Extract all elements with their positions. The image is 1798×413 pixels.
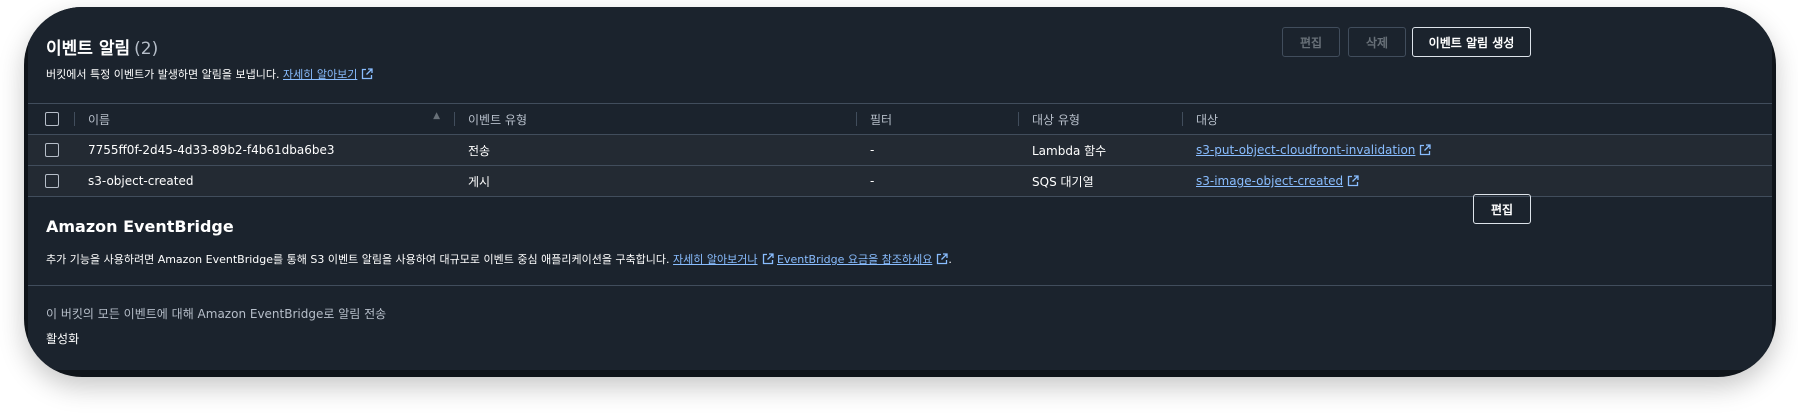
description-text: 버킷에서 특정 이벤트가 발생하면 알림을 보냅니다. — [46, 68, 280, 81]
table-row[interactable]: s3-object-created 게시 - SQS 대기열 s3-image-… — [28, 165, 1772, 197]
row-select-cell — [28, 165, 74, 197]
edit-eventbridge-button[interactable]: 편집 — [1473, 194, 1531, 224]
row-select-cell — [28, 134, 74, 166]
row-checkbox[interactable] — [45, 143, 59, 158]
eventbridge-learn-more-label: 자세히 알아보거나 — [673, 253, 758, 266]
notification-filter: - — [856, 134, 1018, 166]
create-notification-button[interactable]: 이벤트 알림 생성 — [1412, 27, 1531, 57]
eventbridge-title: Amazon EventBridge — [46, 217, 234, 236]
external-link-icon — [762, 253, 774, 265]
notification-name: s3-object-created — [74, 165, 454, 197]
column-header-event-type: 이벤트 유형 — [454, 103, 856, 135]
notification-name: 7755ff0f-2d45-4d33-89b2-f4b61dba6be3 — [74, 134, 454, 166]
notification-event-type: 게시 — [454, 165, 856, 197]
section-description: 버킷에서 특정 이벤트가 발생하면 알림을 보냅니다. 자세히 알아보기 — [46, 66, 373, 82]
eventbridge-pricing-label: EventBridge 요금을 참조하세요 — [777, 253, 933, 266]
external-link-icon — [937, 253, 948, 265]
destination-link[interactable]: s3-put-object-cloudfront-invalidation — [1196, 143, 1432, 157]
edit-notification-button[interactable]: 편집 — [1282, 27, 1340, 57]
table-header-row: 이름 ▲ 이벤트 유형 필터 대상 유형 대상 — [28, 103, 1772, 135]
section-title: 이벤트 알림 (2) — [46, 34, 158, 59]
destination-cell: s3-image-object-created — [1182, 165, 1772, 197]
column-destination-label: 대상 — [1196, 112, 1219, 127]
notification-destination-type: SQS 대기열 — [1018, 165, 1182, 197]
external-link-icon — [1420, 144, 1432, 156]
learn-more-link[interactable]: 자세히 알아보기 — [283, 68, 373, 81]
column-destination-type-label: 대상 유형 — [1032, 112, 1080, 127]
destination-link[interactable]: s3-image-object-created — [1196, 174, 1359, 188]
window-frame: 이벤트 알림 (2) 버킷에서 특정 이벤트가 발생하면 알림을 보냅니다. 자세… — [24, 7, 1776, 377]
sort-ascending-icon[interactable]: ▲ — [433, 111, 440, 121]
properties-panel: 이벤트 알림 (2) 버킷에서 특정 이벤트가 발생하면 알림을 보냅니다. 자세… — [28, 7, 1772, 370]
delete-notification-button[interactable]: 삭제 — [1348, 27, 1406, 57]
learn-more-label: 자세히 알아보기 — [283, 68, 358, 81]
eventbridge-setting-label: 이 버킷의 모든 이벤트에 대해 Amazon EventBridge로 알림 … — [46, 307, 387, 321]
notifications-table: 이름 ▲ 이벤트 유형 필터 대상 유형 대상 7755ff0f-2d45-4d3… — [28, 103, 1772, 197]
column-event-type-label: 이벤트 유형 — [468, 112, 528, 127]
column-filter-label: 필터 — [870, 112, 893, 127]
eventbridge-pricing-link[interactable]: EventBridge 요금을 참조하세요 — [777, 253, 948, 266]
column-name-label: 이름 — [88, 112, 111, 127]
destination-link-label: s3-image-object-created — [1196, 174, 1344, 188]
notification-destination-type: Lambda 함수 — [1018, 134, 1182, 166]
destination-cell: s3-put-object-cloudfront-invalidation — [1182, 134, 1772, 166]
column-header-name[interactable]: 이름 ▲ — [74, 103, 454, 135]
notification-filter: - — [856, 165, 1018, 197]
eventbridge-learn-more-link[interactable]: 자세히 알아보거나 — [673, 253, 774, 266]
row-checkbox[interactable] — [45, 174, 59, 189]
select-all-cell — [28, 103, 74, 135]
destination-link-label: s3-put-object-cloudfront-invalidation — [1196, 143, 1416, 157]
notification-count: (2) — [134, 39, 159, 59]
notification-event-type: 전송 — [454, 134, 856, 166]
select-all-checkbox[interactable] — [45, 112, 59, 127]
eventbridge-period: . — [948, 253, 952, 266]
column-header-filter: 필터 — [856, 103, 1018, 135]
eventbridge-description: 추가 기능을 사용하려면 Amazon EventBridge를 통해 S3 이… — [46, 251, 952, 267]
external-link-icon — [362, 68, 373, 80]
table-row[interactable]: 7755ff0f-2d45-4d33-89b2-f4b61dba6be3 전송 … — [28, 134, 1772, 166]
column-header-destination-type: 대상 유형 — [1018, 103, 1182, 135]
external-link-icon — [1348, 175, 1359, 187]
eventbridge-setting-value: 활성화 — [46, 332, 80, 346]
column-header-destination: 대상 — [1182, 103, 1772, 135]
eventbridge-description-text: 추가 기능을 사용하려면 Amazon EventBridge를 통해 S3 이… — [46, 253, 670, 266]
section-title-text: 이벤트 알림 — [46, 39, 131, 59]
section-divider — [28, 285, 1772, 286]
